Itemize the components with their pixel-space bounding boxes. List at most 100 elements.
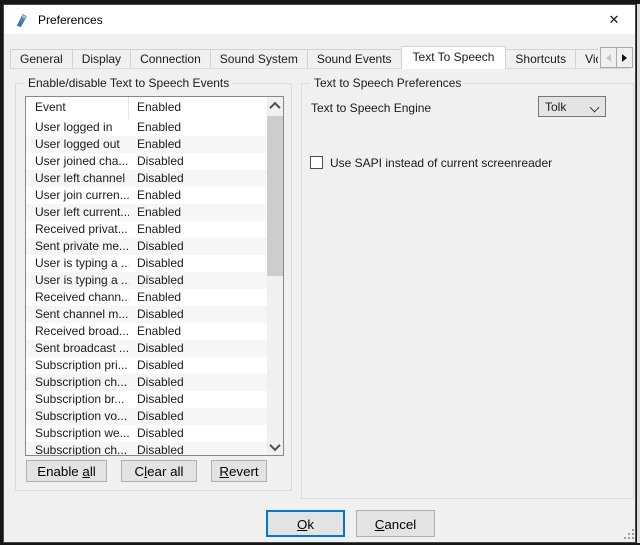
- table-row[interactable]: Subscription ch...Disabled: [26, 442, 267, 455]
- event-cell: Sent private me...: [26, 238, 129, 255]
- tab-connection[interactable]: Connection: [130, 49, 211, 68]
- event-cell: Sent channel m...: [26, 306, 129, 323]
- table-row[interactable]: User logged inEnabled: [26, 119, 267, 136]
- tab-display[interactable]: Display: [72, 49, 131, 68]
- table-row[interactable]: User left current...Enabled: [26, 204, 267, 221]
- tab-scroll-buttons: [600, 47, 634, 68]
- table-row[interactable]: Subscription br...Disabled: [26, 391, 267, 408]
- event-cell: Subscription we...: [26, 425, 129, 442]
- enabled-cell: Disabled: [129, 153, 267, 170]
- event-cell: Subscription ch...: [26, 442, 129, 455]
- event-cell: User left current...: [26, 204, 129, 221]
- table-row[interactable]: Subscription ch...Disabled: [26, 374, 267, 391]
- scrollbar-thumb[interactable]: [267, 116, 283, 276]
- resize-grip[interactable]: [623, 528, 635, 540]
- event-cell: User logged in: [26, 119, 129, 136]
- enabled-cell: Disabled: [129, 170, 267, 187]
- enabled-cell: Disabled: [129, 272, 267, 289]
- enable-all-button[interactable]: Enable all: [26, 460, 107, 482]
- enabled-cell: Enabled: [129, 323, 267, 340]
- enabled-cell: Disabled: [129, 340, 267, 357]
- table-row[interactable]: Received broad...Enabled: [26, 323, 267, 340]
- title-bar[interactable]: Preferences ✕: [4, 5, 635, 34]
- tab-scroll-left-button[interactable]: [600, 47, 617, 68]
- tab-strip: GeneralDisplayConnectionSound SystemSoun…: [10, 46, 598, 69]
- enabled-cell: Disabled: [129, 408, 267, 425]
- table-row[interactable]: User logged outEnabled: [26, 136, 267, 153]
- tab-shortcuts[interactable]: Shortcuts: [505, 49, 576, 68]
- enabled-cell: Disabled: [129, 357, 267, 374]
- close-button[interactable]: ✕: [593, 5, 635, 34]
- table-row[interactable]: User joined cha...Disabled: [26, 153, 267, 170]
- enabled-cell: Enabled: [129, 187, 267, 204]
- event-cell: Sent broadcast ...: [26, 340, 129, 357]
- arrow-right-icon: [622, 54, 627, 62]
- enabled-cell: Disabled: [129, 425, 267, 442]
- tab-general[interactable]: General: [10, 49, 73, 68]
- tab-video[interactable]: Video: [575, 49, 598, 68]
- event-cell: User logged out: [26, 136, 129, 153]
- revert-button[interactable]: Revert: [211, 460, 267, 482]
- table-row[interactable]: Received chann...Enabled: [26, 289, 267, 306]
- sapi-checkbox[interactable]: [310, 156, 323, 169]
- list-rows: User logged inEnabledUser logged outEnab…: [26, 119, 267, 455]
- column-header-event[interactable]: Event: [26, 97, 129, 119]
- table-row[interactable]: Sent channel m...Disabled: [26, 306, 267, 323]
- table-row[interactable]: User is typing a ...Disabled: [26, 272, 267, 289]
- table-row[interactable]: User is typing a ...Disabled: [26, 255, 267, 272]
- cancel-button[interactable]: Cancel: [356, 510, 435, 537]
- table-row[interactable]: User join curren...Enabled: [26, 187, 267, 204]
- enabled-cell: Disabled: [129, 255, 267, 272]
- chevron-down-icon: [269, 439, 280, 450]
- event-cell: User is typing a ...: [26, 255, 129, 272]
- table-row[interactable]: User left channelDisabled: [26, 170, 267, 187]
- enabled-cell: Enabled: [129, 119, 267, 136]
- table-row[interactable]: Subscription vo...Disabled: [26, 408, 267, 425]
- tts-group-title: Text to Speech Preferences: [310, 76, 465, 90]
- event-cell: Received broad...: [26, 323, 129, 340]
- table-row[interactable]: Subscription pri...Disabled: [26, 357, 267, 374]
- app-icon: [13, 12, 29, 28]
- enabled-cell: Disabled: [129, 442, 267, 455]
- tab-sound-events[interactable]: Sound Events: [307, 49, 402, 68]
- list-header: Event Enabled: [26, 97, 267, 120]
- enabled-cell: Disabled: [129, 238, 267, 255]
- tts-group-box: Text to Speech Preferences: [301, 83, 634, 499]
- table-row[interactable]: Sent private me...Disabled: [26, 238, 267, 255]
- chevron-down-icon: [590, 103, 600, 113]
- event-cell: Received privat...: [26, 221, 129, 238]
- enabled-cell: Disabled: [129, 374, 267, 391]
- preferences-dialog: Preferences ✕ GeneralDisplayConnectionSo…: [3, 4, 636, 543]
- sapi-checkbox-label[interactable]: Use SAPI instead of current screenreader: [330, 156, 552, 170]
- enabled-cell: Enabled: [129, 136, 267, 153]
- arrow-left-icon: [606, 54, 611, 62]
- enabled-cell: Disabled: [129, 306, 267, 323]
- event-cell: Subscription ch...: [26, 374, 129, 391]
- event-cell: Subscription br...: [26, 391, 129, 408]
- scrollbar-down-button[interactable]: [267, 438, 283, 455]
- tab-text-to-speech[interactable]: Text To Speech: [401, 46, 507, 69]
- event-cell: User left channel: [26, 170, 129, 187]
- ok-button[interactable]: Ok: [266, 510, 345, 537]
- event-cell: User join curren...: [26, 187, 129, 204]
- tts-engine-value: Tolk: [545, 100, 566, 114]
- event-cell: User joined cha...: [26, 153, 129, 170]
- event-cell: Subscription vo...: [26, 408, 129, 425]
- table-row[interactable]: Received privat...Enabled: [26, 221, 267, 238]
- tab-sound-system[interactable]: Sound System: [210, 49, 308, 68]
- events-list[interactable]: Event Enabled User logged inEnabledUser …: [25, 96, 284, 456]
- tts-engine-dropdown[interactable]: Tolk: [538, 96, 606, 117]
- table-row[interactable]: Sent broadcast ...Disabled: [26, 340, 267, 357]
- table-row[interactable]: Subscription we...Disabled: [26, 425, 267, 442]
- enabled-cell: Enabled: [129, 204, 267, 221]
- event-cell: Received chann...: [26, 289, 129, 306]
- vertical-scrollbar[interactable]: [267, 97, 283, 455]
- clear-all-button[interactable]: Clear all: [121, 460, 197, 482]
- tab-scroll-right-button[interactable]: [616, 47, 633, 68]
- enabled-cell: Disabled: [129, 391, 267, 408]
- scrollbar-up-button[interactable]: [267, 97, 283, 114]
- window-title: Preferences: [38, 13, 103, 27]
- event-cell: Subscription pri...: [26, 357, 129, 374]
- chevron-up-icon: [269, 101, 280, 112]
- column-header-enabled[interactable]: Enabled: [129, 97, 267, 119]
